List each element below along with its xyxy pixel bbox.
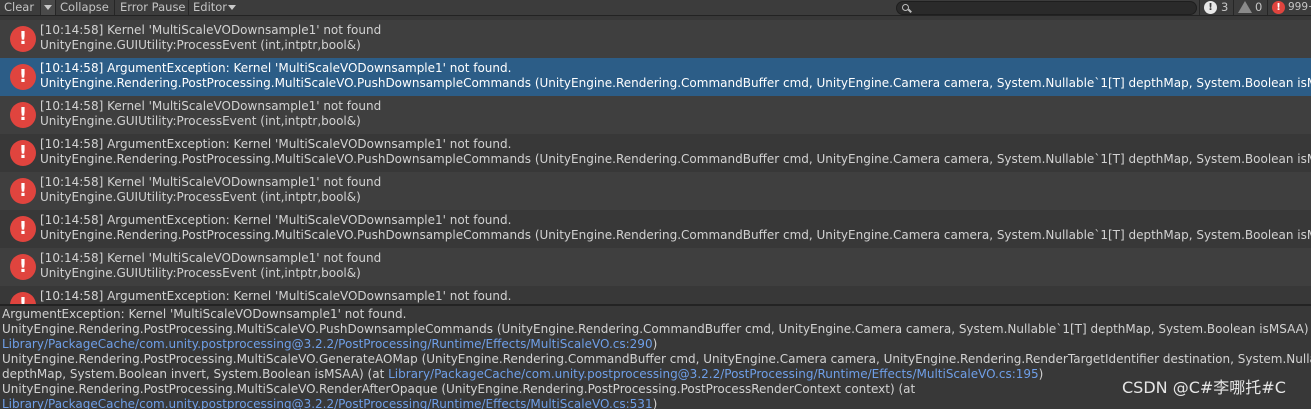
toolbar-divider [188, 0, 189, 15]
details-stack-frame: UnityEngine.Rendering.PostProcessing.Mul… [2, 322, 1311, 336]
info-count: 3 [1221, 0, 1229, 14]
error-icon [10, 26, 36, 52]
error-icon [1272, 0, 1285, 15]
log-entry[interactable]: [10:14:58] Kernel 'MultiScaleVODownsampl… [0, 248, 1311, 286]
details-stack-frame: depthMap, System.Boolean invert, System.… [2, 367, 1043, 382]
log-stacktrace: UnityEngine.GUIUtility:ProcessEvent (int… [40, 266, 361, 280]
error-icon [10, 178, 36, 204]
toolbar-divider [55, 0, 56, 15]
search-input[interactable] [896, 1, 1197, 15]
log-entry[interactable]: [10:14:58] ArgumentException: Kernel 'Mu… [0, 210, 1311, 248]
error-icon [10, 216, 36, 242]
source-link[interactable]: Library/PackageCache/com.unity.postproce… [388, 367, 1039, 381]
source-link[interactable]: Library/PackageCache/com.unity.postproce… [2, 397, 653, 409]
error-icon [10, 64, 36, 90]
error-count: 999+ [1288, 1, 1311, 13]
log-message: [10:14:58] ArgumentException: Kernel 'Mu… [40, 61, 512, 75]
info-filter-toggle[interactable]: 3 [1203, 0, 1233, 15]
toolbar-divider [114, 0, 115, 15]
details-stack-frame: Library/PackageCache/com.unity.postproce… [2, 397, 657, 409]
warning-icon [1238, 1, 1252, 13]
log-message: [10:14:58] ArgumentException: Kernel 'Mu… [40, 137, 512, 151]
details-text: ) [652, 337, 658, 351]
error-icon [10, 292, 36, 304]
details-text: ) [652, 397, 658, 409]
log-stacktrace: UnityEngine.GUIUtility:ProcessEvent (int… [40, 114, 361, 128]
collapse-toggle[interactable]: Collapse [60, 0, 109, 15]
details-message: ArgumentException: Kernel 'MultiScaleVOD… [2, 307, 407, 321]
log-stacktrace: UnityEngine.GUIUtility:ProcessEvent (int… [40, 38, 361, 52]
log-message: [10:14:58] Kernel 'MultiScaleVODownsampl… [40, 99, 382, 113]
log-entry[interactable]: [10:14:58] Kernel 'MultiScaleVODownsampl… [0, 20, 1311, 58]
log-entry[interactable]: [10:14:58] Kernel 'MultiScaleVODownsampl… [0, 96, 1311, 134]
warning-filter-toggle[interactable]: 0 [1237, 0, 1267, 15]
log-message: [10:14:58] Kernel 'MultiScaleVODownsampl… [40, 251, 382, 265]
details-text: ) [1038, 367, 1044, 381]
warning-count: 0 [1255, 0, 1263, 14]
details-stack-frame: Library/PackageCache/com.unity.postproce… [2, 337, 657, 352]
log-list: [10:14:58] Kernel 'MultiScaleVODownsampl… [0, 20, 1311, 304]
log-entry-selected[interactable]: [10:14:58] ArgumentException: Kernel 'Mu… [0, 58, 1311, 96]
log-entry[interactable]: [10:14:58] ArgumentException: Kernel 'Mu… [0, 134, 1311, 172]
log-entry[interactable]: [10:14:58] ArgumentException: Kernel 'Mu… [0, 286, 1311, 304]
log-stacktrace: UnityEngine.Rendering.PostProcessing.Mul… [40, 76, 1311, 90]
log-stacktrace: UnityEngine.Rendering.PostProcessing.Mul… [40, 228, 1311, 242]
watermark: CSDN @C#李哪托#C [1122, 378, 1286, 397]
source-link[interactable]: Library/PackageCache/com.unity.postproce… [2, 337, 653, 351]
log-details-pane: ArgumentException: Kernel 'MultiScaleVOD… [0, 306, 1311, 409]
chevron-down-icon [44, 5, 52, 10]
log-message: [10:14:58] Kernel 'MultiScaleVODownsampl… [40, 175, 382, 189]
console-toolbar: Clear Collapse Error Pause Editor 3 0 99… [0, 0, 1311, 16]
log-message: [10:14:58] ArgumentException: Kernel 'Mu… [40, 213, 512, 227]
error-icon [10, 102, 36, 128]
log-stacktrace: UnityEngine.GUIUtility:ProcessEvent (int… [40, 190, 361, 204]
details-text: depthMap, System.Boolean invert, System.… [2, 367, 389, 381]
log-message: [10:14:58] ArgumentException: Kernel 'Mu… [40, 289, 512, 303]
toolbar-divider [1267, 0, 1268, 15]
error-filter-toggle[interactable]: 999+ [1271, 0, 1311, 15]
error-pause-toggle[interactable]: Error Pause [120, 0, 186, 15]
clear-button[interactable]: Clear [4, 0, 34, 15]
log-entry[interactable]: [10:14:58] Kernel 'MultiScaleVODownsampl… [0, 172, 1311, 210]
search-icon [902, 4, 909, 11]
details-stack-frame: UnityEngine.Rendering.PostProcessing.Mul… [2, 382, 916, 396]
error-icon [10, 254, 36, 280]
clear-options-dropdown[interactable] [40, 0, 55, 15]
info-icon [1204, 0, 1217, 15]
log-message: [10:14:58] Kernel 'MultiScaleVODownsampl… [40, 23, 382, 37]
details-stack-frame: UnityEngine.Rendering.PostProcessing.Mul… [2, 352, 1311, 366]
editor-dropdown[interactable]: Editor [193, 0, 227, 15]
error-icon [10, 140, 36, 166]
chevron-down-icon [228, 5, 236, 10]
log-stacktrace: UnityEngine.Rendering.PostProcessing.Mul… [40, 152, 1311, 166]
toolbar-divider [1233, 0, 1234, 15]
toolbar-divider [1199, 0, 1200, 15]
